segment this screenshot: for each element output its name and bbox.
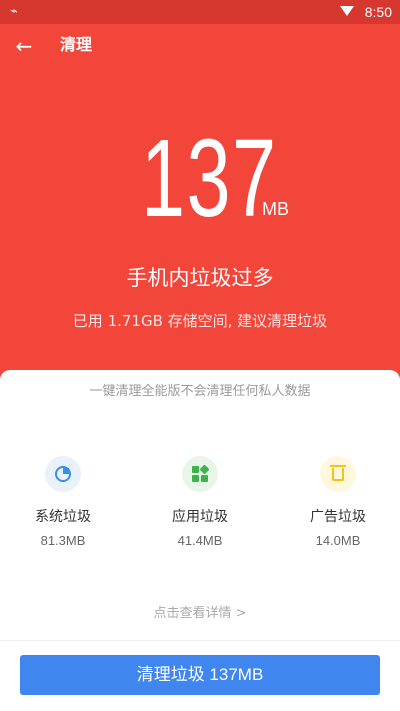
trash-icon <box>320 456 356 492</box>
satellite-icon: ⌁ <box>10 4 18 19</box>
junk-amount: 137 <box>141 117 278 240</box>
category-name: 广告垃圾 <box>310 509 366 525</box>
wifi-icon <box>340 6 354 16</box>
category-size: 81.3MB <box>40 533 86 548</box>
summary-panel: ← 清理 137 MB 手机内垃圾过多 已用 1.71GB 存储空间, 建议清理… <box>0 24 400 378</box>
category-system-junk[interactable]: 系统垃圾 81.3MB <box>3 456 123 549</box>
category-name: 系统垃圾 <box>35 509 91 525</box>
back-button[interactable]: ← <box>12 34 36 58</box>
category-name: 应用垃圾 <box>172 509 228 525</box>
arrow-left-icon: ← <box>15 34 33 58</box>
status-time: 8:50 <box>364 4 392 20</box>
junk-card: 一键清理全能版不会清理任何私人数据 系统垃圾 81.3MB 应用垃圾 41.4M… <box>0 370 400 640</box>
category-size: 41.4MB <box>177 533 223 548</box>
view-details-link[interactable]: 点击查看详情 > <box>0 602 400 621</box>
junk-unit: MB <box>262 199 289 219</box>
app-grid-icon <box>182 456 218 492</box>
bottom-action-bar: 清理垃圾 137MB <box>0 640 400 711</box>
storage-usage-text: 已用 1.71GB 存储空间, 建议清理垃圾 <box>72 312 328 330</box>
category-size: 14.0MB <box>315 533 361 548</box>
clean-junk-button[interactable]: 清理垃圾 137MB <box>20 655 380 695</box>
privacy-notice: 一键清理全能版不会清理任何私人数据 <box>89 384 311 399</box>
category-ad-junk[interactable]: 广告垃圾 14.0MB <box>278 456 398 549</box>
category-app-junk[interactable]: 应用垃圾 41.4MB <box>140 456 260 549</box>
pie-chart-icon <box>45 456 81 492</box>
page-title: 清理 <box>60 35 93 54</box>
status-bar: ⌁ 8:50 <box>0 0 400 24</box>
summary-headline: 手机内垃圾过多 <box>126 266 274 290</box>
